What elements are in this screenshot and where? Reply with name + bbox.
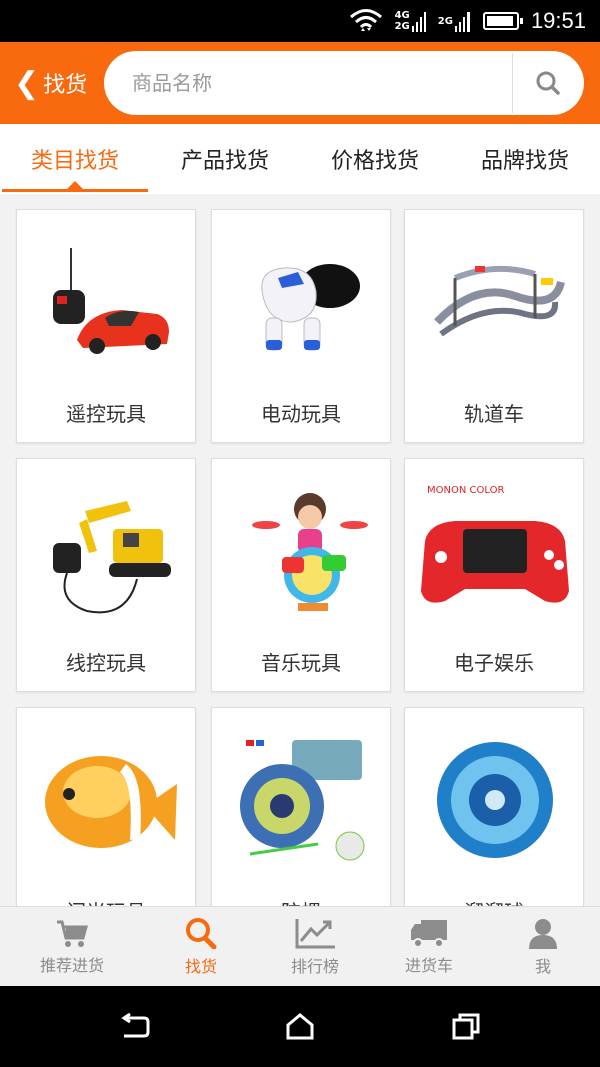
system-recents-button[interactable] (446, 1008, 486, 1044)
category-card-rc[interactable]: 遥控玩具 (16, 209, 196, 443)
category-card-yoyo[interactable]: 溜溜球 (404, 707, 584, 906)
category-grid: 遥控玩具 电动玩具 轨道车 线控玩具 音乐玩具 MONON COLOR 电子娱乐 (0, 194, 600, 906)
nav-label: 我 (534, 957, 551, 976)
search-icon (186, 918, 217, 949)
signal-icon-2 (454, 12, 470, 32)
signal-icon (411, 12, 426, 32)
category-label: 电子娱乐 (454, 651, 534, 675)
back-arrow-icon (121, 1012, 150, 1038)
user-icon (529, 919, 557, 949)
system-nav-bar (0, 986, 600, 1067)
spinning-top-icon (240, 740, 365, 861)
battery-icon (482, 12, 523, 30)
recents-icon (452, 1013, 480, 1040)
nav-recommend[interactable]: 推荐进货 (0, 907, 144, 987)
category-card-wired[interactable]: 线控玩具 (16, 458, 196, 692)
excavator-icon (53, 501, 171, 614)
nav-cart[interactable]: 进货车 (372, 907, 486, 987)
tab-category[interactable]: 类目找货 (0, 124, 150, 194)
status-icons: 4G 2G 2G 19:51 (349, 0, 586, 42)
category-label: 电动玩具 (261, 402, 341, 426)
nav-find[interactable]: 找货 (144, 907, 258, 987)
nav-label: 找货 (184, 957, 217, 976)
filter-tabs: 类目找货 产品找货 价格找货 品牌找货 (0, 124, 600, 194)
network-type-label: 2G (437, 15, 453, 27)
network-type-top: 4G (394, 10, 410, 21)
search-box (104, 51, 584, 115)
category-label: 溜溜球 (405, 896, 583, 906)
wifi-icon (349, 9, 382, 31)
console-brand-text: MONON COLOR (427, 485, 504, 496)
search-button[interactable] (513, 51, 583, 115)
back-button[interactable]: ❮ 找货 (14, 42, 87, 124)
category-label: 陀螺 (212, 896, 390, 906)
search-input[interactable] (132, 51, 502, 115)
tab-price[interactable]: 价格找货 (300, 124, 450, 194)
app-root: 4G 2G 2G 19:51 ❮ 找货 商品名称 类目找货 产品找货 价格找货 … (0, 0, 600, 1067)
nav-ranking[interactable]: 排行榜 (258, 907, 372, 987)
category-label: 轨道车 (464, 402, 524, 426)
header: ❮ 找货 (0, 42, 600, 124)
category-card-track[interactable]: 轨道车 (404, 209, 584, 443)
race-track-icon (434, 265, 565, 337)
chart-icon (295, 919, 335, 949)
category-card-music[interactable]: 音乐玩具 (211, 458, 391, 692)
network-type-stack: 4G 2G (395, 10, 426, 32)
system-back-button[interactable] (114, 1008, 154, 1044)
clock: 19:51 (530, 8, 586, 33)
chevron-left-icon: ❮ (14, 65, 40, 101)
game-console-icon: MONON COLOR (421, 485, 569, 603)
nav-label: 排行榜 (290, 957, 339, 976)
category-card-flash[interactable]: 闪光玩具 (16, 707, 196, 906)
clownfish-icon (45, 756, 177, 848)
drum-set-icon (252, 493, 368, 611)
truck-icon (411, 920, 447, 948)
search-icon (536, 71, 560, 95)
category-label: 线控玩具 (66, 651, 146, 675)
nav-label: 进货车 (404, 956, 453, 975)
back-label: 找货 (43, 73, 88, 98)
status-bar: 4G 2G 2G 19:51 (0, 0, 600, 42)
tab-product[interactable]: 产品找货 (150, 124, 300, 194)
cart-icon (57, 920, 88, 947)
nav-label: 推荐进货 (39, 956, 104, 975)
bottom-nav: 推荐进货 找货 排行榜 进货车 我 (0, 906, 600, 986)
nav-me[interactable]: 我 (486, 907, 600, 987)
system-home-button[interactable] (280, 1008, 320, 1044)
category-card-electric[interactable]: 电动玩具 (211, 209, 391, 443)
category-label: 遥控玩具 (66, 402, 146, 426)
category-label: 音乐玩具 (261, 651, 341, 675)
category-label: 闪光玩具 (17, 896, 195, 906)
category-card-top[interactable]: 陀螺 (211, 707, 391, 906)
network-type-second: 2G (438, 10, 471, 32)
category-card-electronic[interactable]: MONON COLOR 电子娱乐 (404, 458, 584, 692)
network-labels: 4G 2G (395, 10, 410, 32)
robot-dog-icon (261, 264, 360, 351)
network-type-bottom: 2G (394, 21, 410, 32)
yoyo-icon (437, 742, 553, 858)
rc-car-icon (53, 248, 169, 354)
home-icon (286, 1013, 314, 1040)
tab-brand[interactable]: 品牌找货 (450, 124, 600, 194)
